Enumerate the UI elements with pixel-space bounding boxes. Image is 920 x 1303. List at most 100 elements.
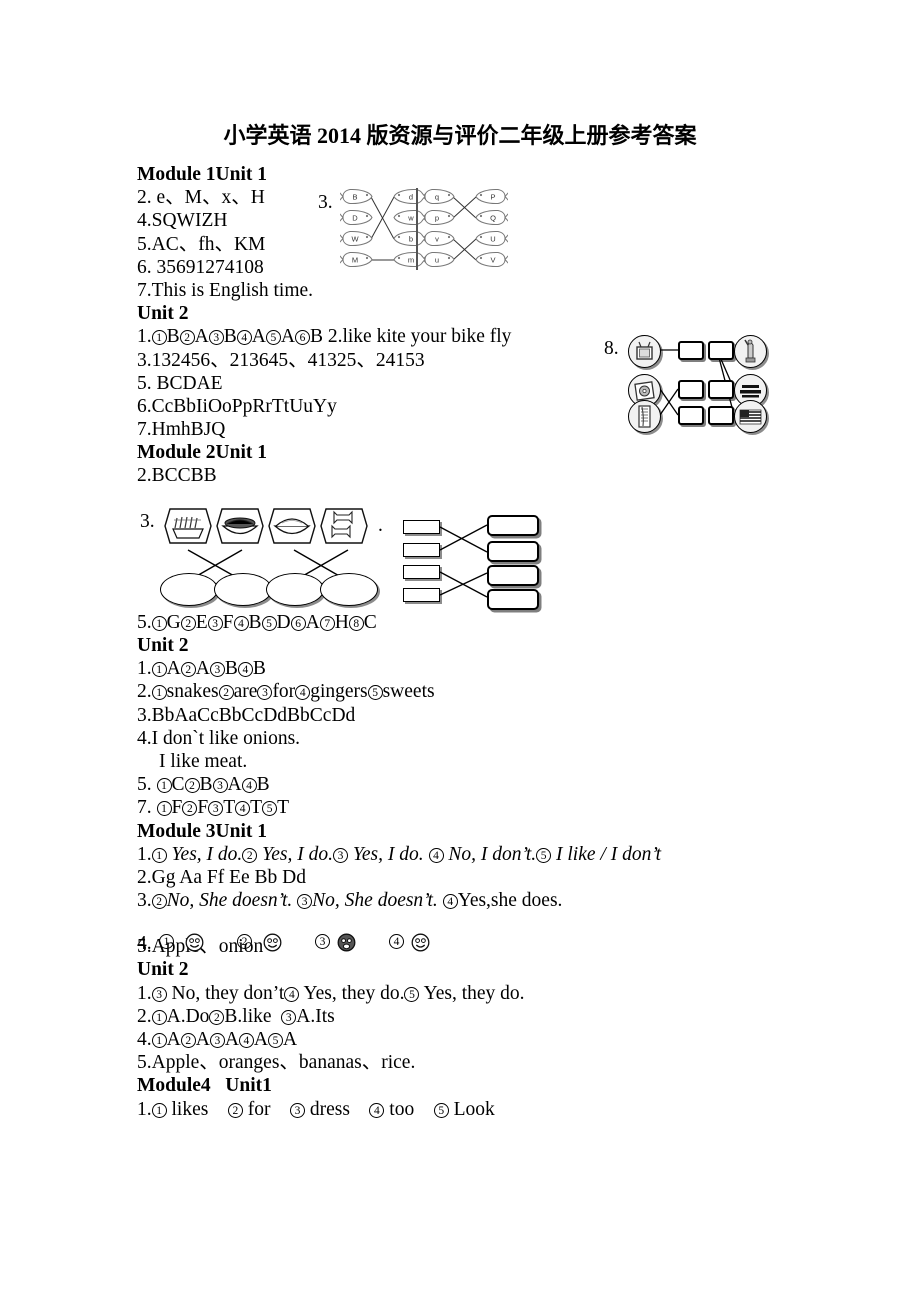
answer-box[interactable] [708,341,734,360]
fish-right-w: w [392,209,426,226]
circled-number: 1 [151,847,167,863]
m2u2-answer-4b: I like meat. [159,750,248,772]
fish-left-p: p [422,209,456,226]
heading-module3-unit2: Unit 2 [137,959,189,981]
dumplings-icon [163,507,213,545]
answer-text: B [223,326,237,348]
svg-text:P: P [490,193,495,202]
answer-text: E [195,611,208,633]
circled-number: 2 [227,1102,243,1118]
fish-right-Q: Q [474,209,508,226]
circled-number: 4 [295,685,311,701]
fish-left-v: v [422,230,456,247]
circled-number: 1 [151,330,167,346]
answer-box[interactable] [708,406,734,425]
fish-left-M: M [340,251,374,268]
answer-box[interactable] [678,341,704,360]
circled-number: 2 [184,778,200,794]
circled-number: 2 [151,894,167,910]
circled-number: 5 [433,1102,449,1118]
answer-text: are [233,681,258,703]
answer-text: Look [448,1098,495,1120]
answer-ellipse[interactable] [320,573,378,606]
svg-text:u: u [435,256,439,265]
answer-text: B [252,658,266,680]
match-large-box[interactable] [487,589,539,610]
answer-ellipse[interactable] [214,573,272,606]
svg-text:m: m [408,256,414,265]
svg-text:q: q [435,193,439,202]
m2u1-answer-5: 5. 1 G 2 E 3 F 4 B 5 D 6 A 7 H 8 C [137,611,377,633]
answer-text: dress [304,1098,370,1120]
circled-number: 6 [290,615,306,631]
answer-text: A [166,658,181,680]
circled-number: 1 [151,662,167,678]
circled-number: 3 [315,934,330,949]
answer-text: A.Do [166,1005,210,1027]
svg-text:B: B [352,193,357,202]
answer-ellipse[interactable] [160,573,218,606]
m3u2-answer-1: 1. 3 No, they don’t 4 Yes, they do. 5 Yes, … [137,982,525,1004]
svg-text:D: D [352,214,358,223]
circled-number: 4 [428,847,444,863]
match-large-box[interactable] [487,541,539,562]
circled-number: 3 [212,778,228,794]
circled-number: 1 [151,1009,167,1025]
statue-of-liberty-icon [734,335,767,368]
circled-number: 3 [209,1033,225,1048]
answer-text: T [250,797,263,819]
fish-left-u: u [422,251,456,268]
answer-box[interactable] [678,406,704,425]
circled-number: 2 [180,1033,196,1048]
fish-left-D: D [340,209,374,226]
svg-text:M: M [352,256,358,265]
answer-text: Yes, I do. [347,843,429,865]
sad-face-icon [337,933,356,952]
match-small-box[interactable] [403,543,440,557]
m4u1-answer-1: 1. 1 likes 2 for 3 dress 4 too 5 Look [137,1098,495,1120]
svg-text:d: d [409,193,413,202]
document-body: Module 1Unit 1 2. e、M、x、H 4.SQWIZH 5.AC、… [137,163,837,1121]
answer-text: C [363,611,377,633]
answer-text: H [334,611,349,633]
m2u2-answer-7: 7. 1F2F3T4T5T [137,797,289,819]
answer-ellipse[interactable] [266,573,324,606]
circled-number: 3 [297,894,313,910]
answer-text: A [224,1029,239,1050]
circled-number: 1 [151,685,167,701]
noodles-icon [215,507,265,545]
match-small-box[interactable] [403,520,440,534]
answer-text: Yes, they do. [419,982,525,1004]
answer-text: I like / I don’t [551,843,662,865]
match-small-box[interactable] [403,565,440,579]
match-large-box[interactable] [487,565,539,586]
fish-left-W: W [340,230,374,247]
answer-text: No, She doesn’t. [312,890,443,912]
circled-number: 4 [442,894,458,910]
answer-text: Yes, I do. [257,843,333,865]
answer-text: Yes,she does. [457,890,563,912]
page-title: 小学英语 2014 版资源与评价二年级上册参考答案 [223,123,697,148]
heading-module2-unit1: Module 2Unit 1 [137,442,268,464]
svg-text:b: b [409,235,413,244]
circled-number: 4 [389,934,404,949]
answer-text: D [276,611,291,633]
m2u2-answer-4a: 4.I don`t like onions. [137,727,301,749]
answer-box[interactable] [678,380,704,399]
match-large-box[interactable] [487,515,539,536]
answer-text: for [272,681,296,703]
m3u1-answer-1: 1. 1 Yes, I do. 2 Yes, I do. 3 Yes, I do. 4… [137,843,662,865]
answer-text: A.Its [296,1005,335,1027]
answer-text: T [277,797,289,819]
circled-number: 1 [151,615,167,631]
circled-number: 1 [159,934,174,949]
answer-text: snakes [166,681,219,703]
circled-number: 3 [257,685,273,701]
item8-matching-figure: 8. [604,332,779,437]
svg-text:Q: Q [490,214,496,223]
answer-box[interactable] [708,380,734,399]
answer-text: A [251,326,266,348]
circled-number: 4 [369,1102,385,1118]
match-small-box[interactable] [403,588,440,602]
answer-text: B [224,658,238,680]
